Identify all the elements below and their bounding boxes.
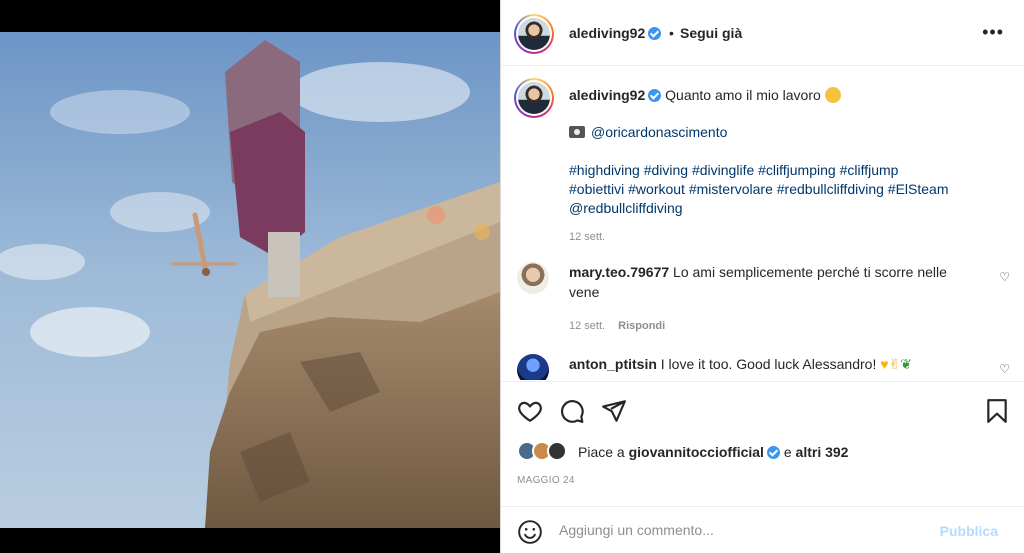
comment-meta: 12 sett. Rispondi: [569, 316, 969, 336]
liker-avatar[interactable]: [547, 441, 567, 461]
yellow-heart-emoji-icon: ♥: [880, 356, 889, 372]
hashtags-line-2[interactable]: #obiettivi #workout #mistervolare #redbu…: [569, 180, 989, 199]
comment-like-icon[interactable]: ♡: [999, 362, 1010, 376]
comment-body: mary.teo.79677 Lo ami semplicemente perc…: [569, 262, 969, 336]
reply-button[interactable]: Rispondi: [618, 320, 665, 332]
mention-link[interactable]: @redbullcliffdiving: [569, 199, 989, 218]
herb-emoji-icon: ❦: [900, 356, 913, 372]
share-icon[interactable]: [601, 398, 627, 424]
comment-username[interactable]: anton_ptitsin: [569, 356, 657, 372]
caption-avatar[interactable]: [514, 78, 554, 118]
caption-time[interactable]: 12 sett.: [569, 228, 989, 247]
caption-username[interactable]: alediving92: [569, 87, 645, 103]
follow-status-button[interactable]: Segui già: [680, 25, 742, 41]
bookmark-icon[interactable]: [984, 398, 1010, 424]
add-comment-bar: Pubblica: [501, 506, 1024, 553]
hashtags-line-1[interactable]: #highdiving #diving #divinglife #cliffju…: [569, 161, 989, 180]
comment-avatar[interactable]: [517, 262, 549, 294]
likes-others-link[interactable]: altri 392: [796, 444, 849, 460]
comment-like-icon[interactable]: ♡: [999, 270, 1010, 284]
caption-credit-line: @oricardonascimento: [569, 123, 989, 142]
comment-icon[interactable]: [559, 398, 585, 424]
verified-badge-icon: [648, 27, 662, 40]
comment-username[interactable]: mary.teo.79677: [569, 264, 669, 280]
action-bar: [501, 381, 1024, 439]
post-date[interactable]: MAGGIO 24: [517, 475, 575, 486]
comment-text: I love it too. Good luck Alessandro!: [660, 356, 877, 372]
header-separator: •: [669, 25, 674, 41]
camera-emoji-icon: [569, 126, 585, 138]
likes-prefix: Piace a: [578, 444, 625, 460]
comment-body: anton_ptitsin I love it too. Good luck A…: [569, 354, 969, 374]
caption-first-line: alediving92 Quanto amo il mio lavoro: [569, 86, 989, 105]
verified-badge-icon: [648, 89, 662, 102]
heart-icon[interactable]: [517, 398, 543, 424]
smile-emoji-icon: [824, 87, 841, 103]
ok-hand-emoji-icon: ✌: [888, 356, 901, 372]
post-photo: [0, 32, 500, 528]
author-avatar[interactable]: [514, 14, 554, 54]
comment-time[interactable]: 12 sett.: [569, 320, 605, 332]
post-header: alediving92 • Segui già •••: [501, 0, 1024, 66]
likes-text: Piace a giovannitocciofficial e altri 39…: [578, 444, 848, 460]
post-media[interactable]: [0, 0, 500, 553]
comments-area[interactable]: alediving92 Quanto amo il mio lavoro @or…: [501, 66, 1024, 380]
add-comment-input[interactable]: [559, 522, 859, 538]
likes-conj: e: [783, 444, 792, 460]
caption-text: Quanto amo il mio lavoro: [665, 87, 821, 103]
more-options-icon[interactable]: •••: [982, 22, 1004, 43]
photo-credit-link[interactable]: @oricardonascimento: [591, 124, 727, 140]
publish-button[interactable]: Pubblica: [940, 523, 998, 539]
post-detail-panel: alediving92 • Segui già ••• alediving92 …: [501, 0, 1024, 553]
liker-username[interactable]: giovannitocciofficial: [629, 444, 764, 460]
comment-avatar[interactable]: [517, 354, 549, 380]
emoji-picker-icon[interactable]: [517, 519, 543, 545]
header-user: alediving92: [569, 25, 662, 43]
verified-badge-icon: [766, 446, 780, 459]
caption: alediving92 Quanto amo il mio lavoro @or…: [569, 86, 989, 247]
author-username[interactable]: alediving92: [569, 25, 645, 41]
